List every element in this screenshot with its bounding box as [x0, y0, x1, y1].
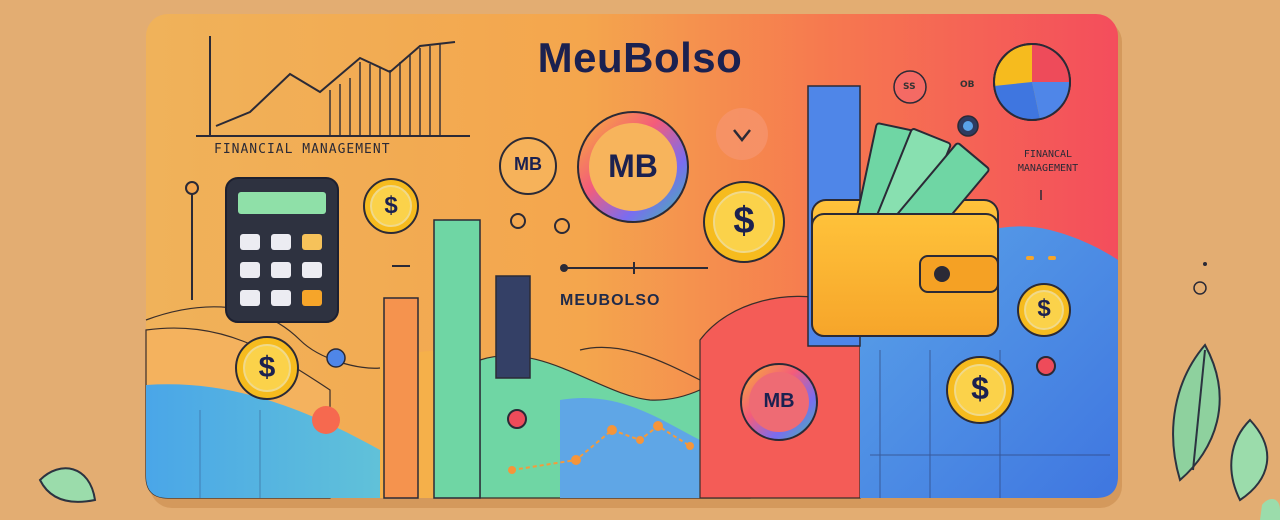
coin-symbol: $ — [1037, 295, 1051, 322]
tagline-left: FINANCIAL MANAGEMENT — [214, 142, 391, 157]
logo-mark-large: MB — [608, 148, 658, 184]
tiny-label-a: SS — [903, 82, 916, 92]
coin-symbol: $ — [733, 200, 755, 242]
tagline-right: FINANCAL MANAGEMENT — [998, 148, 1098, 176]
tagline-right-line1: FINANCAL — [1023, 149, 1073, 160]
tagline-right-line2: MANAGEMENT — [1017, 163, 1079, 174]
pie-chart-icon — [993, 43, 1071, 121]
coin-symbol: $ — [384, 192, 398, 219]
brand-title: MeuBolso — [537, 34, 743, 81]
heart-icon — [716, 108, 768, 160]
tiny-label-b: OB — [960, 80, 975, 90]
coin-symbol: $ — [971, 370, 989, 406]
coin-symbol: $ — [258, 351, 276, 384]
logo-mark-small: MB — [514, 154, 542, 174]
logo-mark-bottom: MB — [763, 390, 795, 412]
brand-subtitle: MEUBOLSO — [560, 292, 661, 309]
